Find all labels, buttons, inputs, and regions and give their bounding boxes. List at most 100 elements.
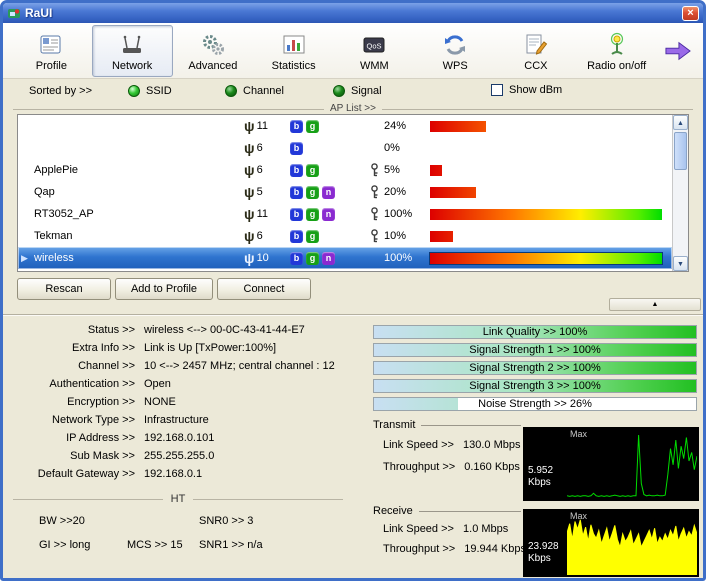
tab-label: CCX xyxy=(524,60,548,72)
ap-security xyxy=(364,185,384,199)
document-pencil-icon xyxy=(522,29,550,59)
ap-row[interactable]: RT3052_AP ψ 11 b g n 100% xyxy=(18,203,672,225)
sort-button-label: SSID xyxy=(146,85,172,97)
ap-signal-percent: 100% xyxy=(384,252,413,264)
status-field: Authentication >> Open xyxy=(13,375,365,393)
status-field: Default Gateway >> 192.168.0.1 xyxy=(13,465,365,483)
g-mode-icon: g xyxy=(306,229,319,243)
key-icon xyxy=(370,229,378,243)
app-icon xyxy=(7,6,21,20)
ap-signal-bar-fill xyxy=(430,252,662,264)
scrollbar[interactable]: ▲ ▼ xyxy=(672,115,688,271)
ht-snr1: SNR1 >> n/a xyxy=(199,539,263,551)
wps-swirl-icon xyxy=(441,29,469,59)
sort-by-signal-button[interactable]: Signal xyxy=(333,82,382,100)
ap-signal-percent: 100% xyxy=(384,208,413,220)
ap-row[interactable]: ApplePie ψ 6 b g 5% xyxy=(18,159,672,181)
ap-channel-number: 6 xyxy=(256,230,263,242)
status-field: Sub Mask >> 255.255.255.0 xyxy=(13,447,365,465)
divider-line xyxy=(418,511,521,512)
ap-channel-number: 6 xyxy=(256,164,263,176)
status-field-label: Extra Info >> xyxy=(72,342,135,354)
action-bar: Rescan Add to Profile Connect xyxy=(3,278,703,302)
status-field: Network Type >> Infrastructure xyxy=(13,411,365,429)
b-mode-icon: b xyxy=(290,229,303,243)
scroll-up-button[interactable]: ▲ xyxy=(673,115,688,130)
status-field: Encryption >> NONE xyxy=(13,393,365,411)
collapse-panel-button[interactable]: ▲ xyxy=(609,298,701,311)
tab-radio-on-off[interactable]: Radio on/off xyxy=(576,25,657,77)
sort-by-ssid-button[interactable]: SSID xyxy=(128,82,172,100)
tab-statistics[interactable]: Statistics xyxy=(253,25,334,77)
tab-advanced[interactable]: Advanced xyxy=(173,25,254,77)
status-field-label: IP Address >> xyxy=(66,432,135,444)
tx-throughput-value: 0.160 Kbps xyxy=(464,461,520,473)
tab-ccx[interactable]: CCX xyxy=(496,25,577,77)
link-status-pane: Link Quality >> 100% Signal Strength 1 >>… xyxy=(371,321,701,578)
rx-link-speed-label: Link Speed >> xyxy=(383,523,454,535)
b-mode-icon: b xyxy=(290,207,303,221)
status-field: Extra Info >> Link is Up [TxPower:100%] xyxy=(13,339,365,357)
quality-bar-label: Signal Strength 2 >> 100% xyxy=(469,362,601,374)
ap-row[interactable]: ψ 6 b 0% xyxy=(18,137,672,159)
b-mode-icon: b xyxy=(290,163,303,177)
tab-label: Radio on/off xyxy=(587,60,647,72)
rx-peak-number: 23.928 xyxy=(528,541,559,552)
g-mode-icon: g xyxy=(306,163,319,177)
connect-button[interactable]: Connect xyxy=(217,278,311,300)
tx-link-speed: Link Speed >> 130.0 Mbps xyxy=(383,439,521,451)
show-dbm-checkbox[interactable] xyxy=(491,84,503,96)
receive-label: Receive xyxy=(373,505,413,517)
divider-line xyxy=(193,498,344,500)
tab-network[interactable]: Network xyxy=(91,24,173,77)
green-led-icon xyxy=(225,85,237,97)
ap-channel-number: 5 xyxy=(256,186,263,198)
ap-row[interactable]: ▶ wireless ψ 10 b g n 100% xyxy=(18,247,672,269)
ap-signal-bar-fill xyxy=(430,208,662,220)
scrollbar-thumb[interactable] xyxy=(674,132,687,170)
ap-signal-bar xyxy=(430,208,662,220)
tab-label: Statistics xyxy=(271,60,316,72)
ap-channel: ψ5 xyxy=(244,185,290,199)
ap-modes: bgn xyxy=(290,185,364,199)
tx-peak-value: 5.952 Kbps xyxy=(528,465,553,489)
add-to-profile-button[interactable]: Add to Profile xyxy=(115,278,213,300)
ap-row[interactable]: Qap ψ 5 b g n 20% xyxy=(18,181,672,203)
status-field-value: 192.168.0.1 xyxy=(144,468,203,480)
ap-security xyxy=(364,229,384,243)
status-field-value: NONE xyxy=(144,396,176,408)
transmit-graph: Max 5.952 Kbps xyxy=(523,427,699,501)
tab-wmm[interactable]: QoS WMM xyxy=(334,25,415,77)
ap-signal-bar-fill xyxy=(430,120,486,132)
sort-by-channel-button[interactable]: Channel xyxy=(225,82,284,100)
tab-wps[interactable]: WPS xyxy=(415,25,496,77)
ap-signal-percent: 20% xyxy=(384,186,407,198)
ap-row[interactable]: ψ 11 b g 24% xyxy=(18,115,672,137)
ht-snr0: SNR0 >> 3 xyxy=(199,515,254,527)
status-field-label: Default Gateway >> xyxy=(37,468,135,480)
g-mode-icon: g xyxy=(306,251,319,265)
ap-signal-bar xyxy=(430,230,662,242)
n-mode-icon: n xyxy=(322,251,335,265)
ap-row[interactable]: Tekman ψ 6 b g 10% xyxy=(18,225,672,247)
close-button[interactable]: × xyxy=(682,5,699,21)
divider-line xyxy=(13,498,163,500)
sort-button-label: Channel xyxy=(243,85,284,97)
tx-peak-number: 5.952 xyxy=(528,465,554,476)
tab-label: Profile xyxy=(35,60,67,72)
ap-channel: ψ 11 xyxy=(244,119,290,133)
next-arrow-button[interactable] xyxy=(657,38,699,64)
ht-bw: BW >>20 xyxy=(39,515,85,527)
rx-peak-unit: Kbps xyxy=(528,553,551,564)
ap-signal-bar xyxy=(430,186,662,198)
quality-bar-label: Link Quality >> 100% xyxy=(482,326,588,338)
right-arrow-icon xyxy=(665,41,691,60)
rescan-button[interactable]: Rescan xyxy=(17,278,111,300)
tab-label: Advanced xyxy=(188,60,238,72)
ap-modes: b xyxy=(290,141,364,155)
ap-security xyxy=(364,163,384,177)
ap-signal-bar-fill xyxy=(430,164,442,176)
tab-profile[interactable]: Profile xyxy=(11,25,92,77)
scroll-down-button[interactable]: ▼ xyxy=(673,256,688,271)
ap-signal-bar xyxy=(430,120,662,132)
